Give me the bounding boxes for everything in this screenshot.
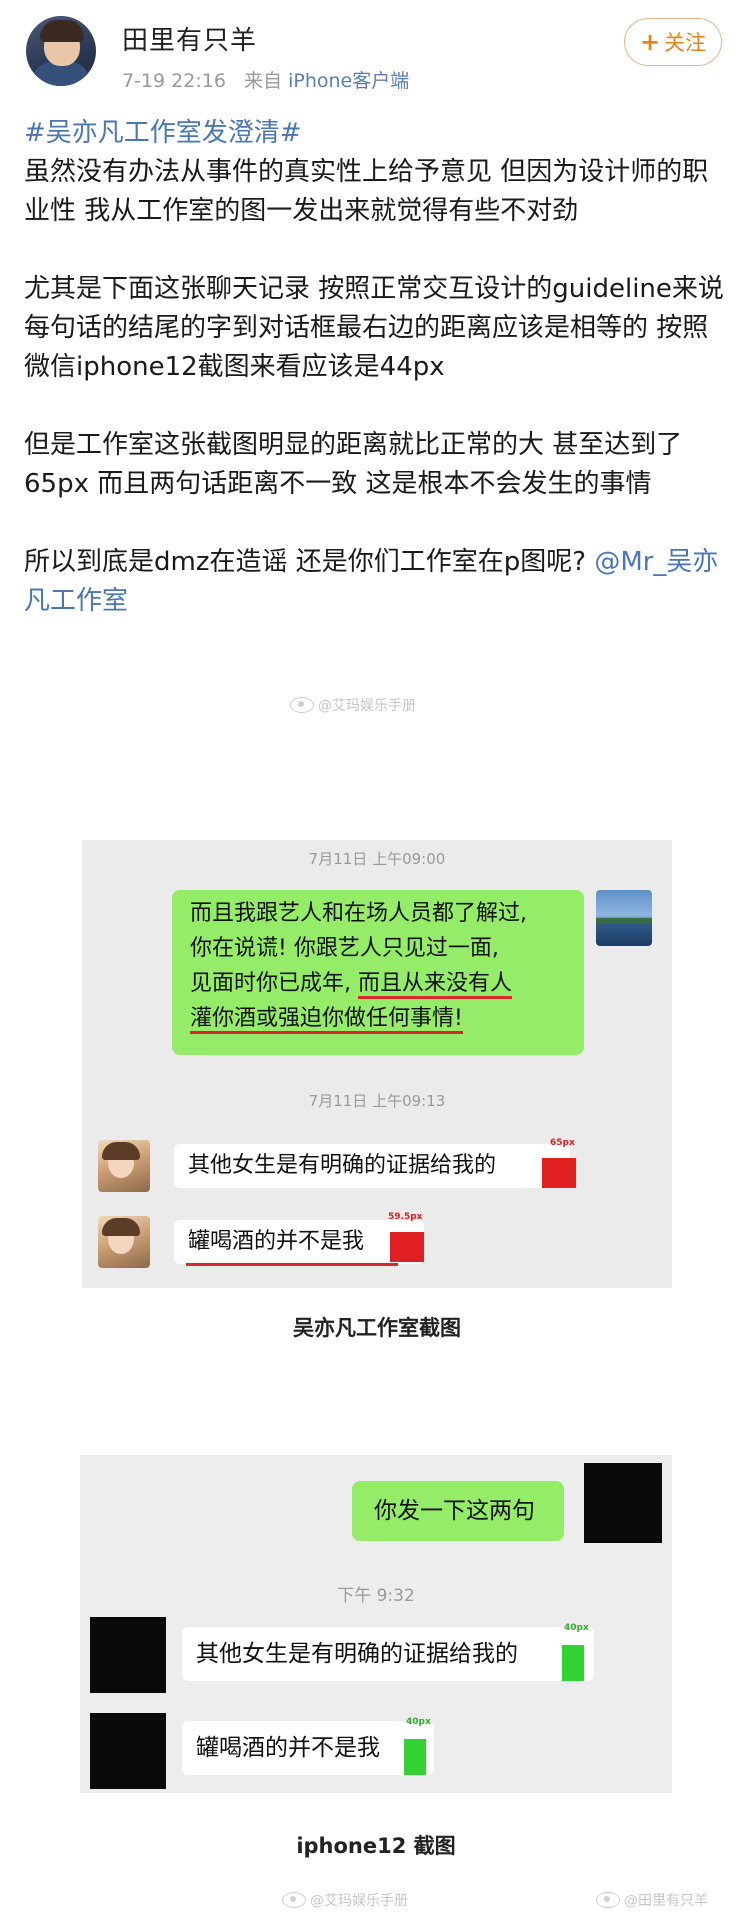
green-line-3a: 见面时你已成年, — [190, 971, 358, 996]
post-paragraph-1: 虽然没有办法从事件的真实性上给予意见 但因为设计师的职业性 我从工作室的图一发出… — [24, 157, 709, 226]
chat-bubble-msg4: 罐喝酒的并不是我 — [182, 1721, 434, 1775]
weibo-eye-icon-2 — [282, 1892, 306, 1908]
timestamp-3: 下午 9:32 — [337, 1586, 415, 1606]
source-device[interactable]: iPhone客户端 — [288, 70, 409, 92]
weibo-eye-icon-3 — [596, 1892, 620, 1908]
post-paragraph-3: 但是工作室这张截图明显的距离就比正常的大 甚至达到了65px 而且两句话距离不一… — [24, 430, 683, 499]
sender-avatar — [596, 890, 652, 946]
studio-screenshot: 7月11日 上午09:00 而且我跟艺人和在场人员都了解过, 你在说谎! 你跟艺… — [82, 840, 672, 1288]
plus-icon: + — [639, 28, 661, 56]
source-prefix: 来自 — [244, 70, 283, 92]
receiver-avatar-1 — [98, 1140, 150, 1192]
gap-marker-red-2 — [390, 1232, 424, 1262]
follow-label: 关注 — [664, 31, 707, 55]
green-line-4: 灌你酒或强迫你做任何事情! — [190, 1006, 463, 1034]
post-date: 7-19 22:16 — [122, 70, 226, 92]
green-chat-bubble-2: 你发一下这两句 — [352, 1481, 564, 1541]
post-meta: 7-19 22:16 来自 iPhone客户端 — [122, 66, 409, 93]
gap-marker-red-1 — [542, 1158, 576, 1188]
green-msg-text: 你发一下这两句 — [374, 1498, 535, 1524]
green-line-3b: 而且从来没有人 — [358, 971, 513, 999]
msg3-text: 其他女生是有明确的证据给我的 — [196, 1641, 518, 1667]
msg1-text: 其他女生是有明确的证据给我的 — [188, 1153, 497, 1178]
gap-label-1: 65px — [550, 1138, 575, 1148]
gap-label-4: 40px — [406, 1717, 431, 1727]
watermark-1-text: @艾玛娱乐手册 — [318, 698, 416, 714]
receiver-avatar-2 — [98, 1216, 150, 1268]
watermark-2: @艾玛娱乐手册 — [282, 1890, 408, 1910]
chat-bubble-msg2: 罐喝酒的并不是我 — [174, 1220, 424, 1264]
msg4-text: 罐喝酒的并不是我 — [196, 1735, 380, 1761]
chat-bubble-msg1: 其他女生是有明确的证据给我的 — [174, 1144, 570, 1188]
iphone12-screenshot: 你发一下这两句 下午 9:32 其他女生是有明确的证据给我的 40px 罐喝酒的… — [80, 1455, 672, 1793]
chat-bubble-msg3: 其他女生是有明确的证据给我的 — [182, 1627, 594, 1681]
gap-marker-green-1 — [562, 1645, 584, 1681]
timestamp-1: 7月11日 上午09:00 — [308, 850, 446, 868]
msg2-text: 罐喝酒的并不是我 — [188, 1229, 365, 1254]
watermark-3-text: @田里有只羊 — [624, 1893, 708, 1909]
receiver-avatar-4 — [90, 1713, 166, 1789]
gap-marker-green-2 — [404, 1739, 426, 1775]
timestamp-2: 7月11日 上午09:13 — [308, 1092, 446, 1110]
receiver-avatar-3 — [90, 1617, 166, 1693]
green-line-2: 你在说谎! 你跟艺人只见过一面, — [190, 936, 499, 961]
watermark-2-text: @艾玛娱乐手册 — [310, 1893, 408, 1909]
iphone12-screenshot-caption: iphone12 截图 — [296, 1834, 456, 1858]
sender-avatar-2 — [584, 1463, 662, 1543]
green-line-1: 而且我跟艺人和在场人员都了解过, — [190, 901, 527, 926]
user-avatar[interactable] — [26, 16, 96, 86]
watermark-3: @田里有只羊 — [596, 1890, 708, 1910]
green-chat-bubble: 而且我跟艺人和在场人员都了解过, 你在说谎! 你跟艺人只见过一面, 见面时你已成… — [172, 890, 584, 1055]
post-paragraph-2: 尤其是下面这张聊天记录 按照正常交互设计的guideline来说 每句话的结尾的… — [24, 274, 724, 382]
watermark-1: @艾玛娱乐手册 — [290, 695, 416, 715]
post-body: #吴亦凡工作室发澄清# 虽然没有办法从事件的真实性上给予意见 但因为设计师的职业… — [24, 114, 730, 621]
avatar-hair — [40, 20, 84, 42]
studio-screenshot-caption: 吴亦凡工作室截图 — [293, 1316, 461, 1340]
gap-label-2: 59.5px — [388, 1212, 423, 1222]
post-paragraph-4: 所以到底是dmz在造谣 还是你们工作室在p图呢? @Mr_吴亦凡工作室 — [24, 543, 730, 621]
underline-msg2 — [186, 1263, 398, 1266]
username[interactable]: 田里有只羊 — [122, 20, 257, 57]
follow-button[interactable]: + 关注 — [624, 18, 722, 66]
post-paragraph-4-text: 所以到底是dmz在造谣 还是你们工作室在p图呢? — [24, 547, 595, 577]
hashtag-link[interactable]: #吴亦凡工作室发澄清# — [24, 118, 302, 148]
weibo-eye-icon — [290, 697, 314, 713]
gap-label-3: 40px — [564, 1623, 589, 1633]
